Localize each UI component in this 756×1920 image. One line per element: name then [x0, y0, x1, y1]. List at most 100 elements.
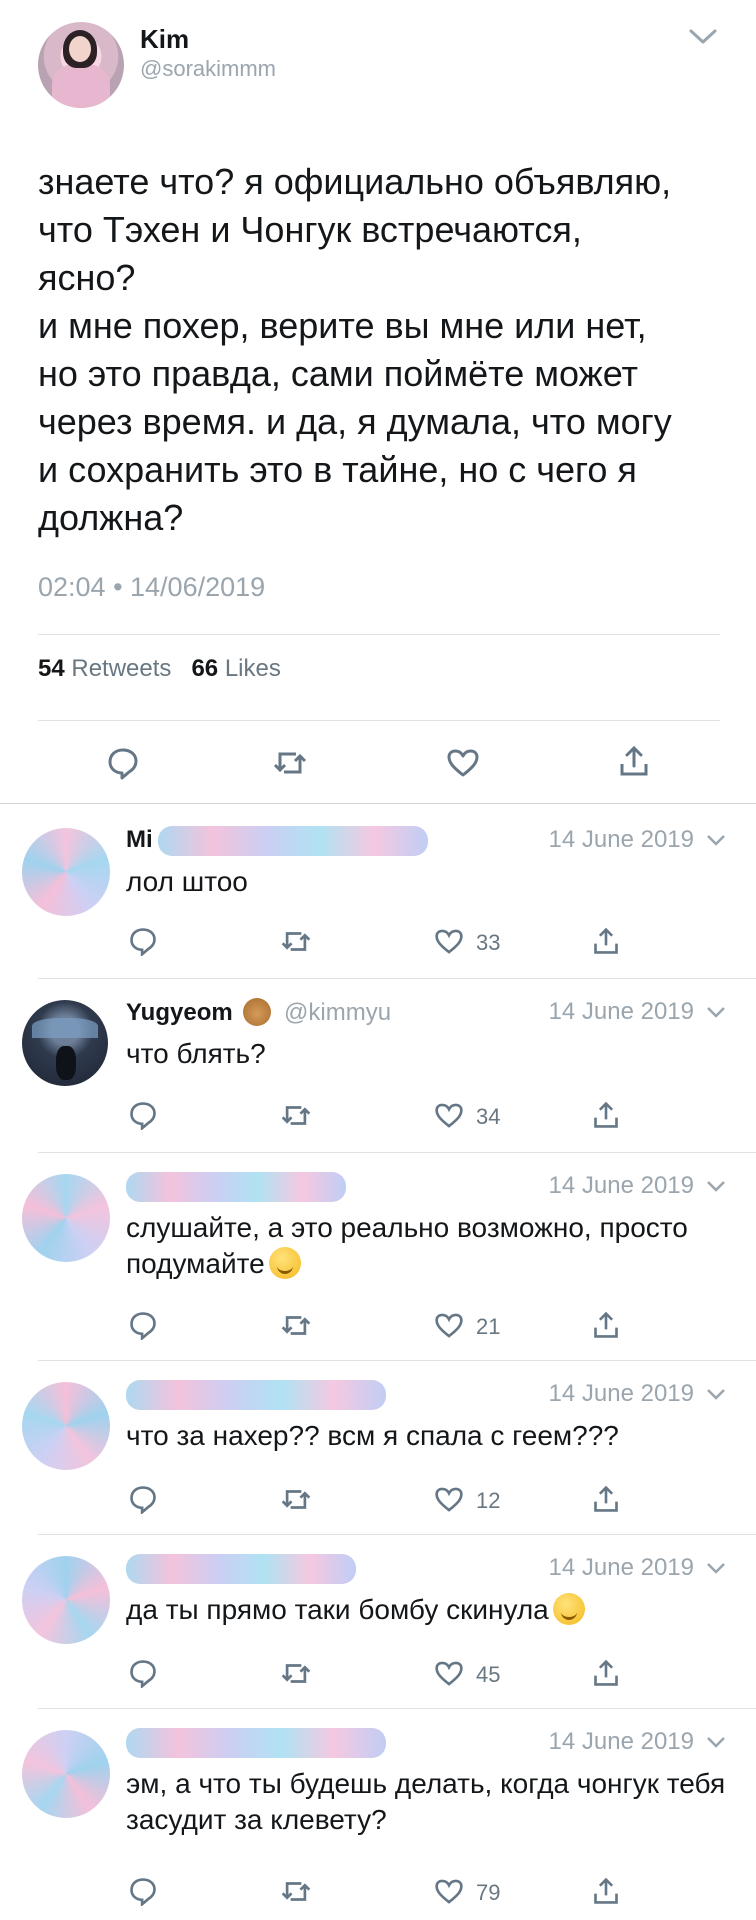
reply-icon[interactable]	[128, 1876, 158, 1906]
avatar[interactable]	[22, 1730, 110, 1818]
reply-text: лол штоо	[126, 866, 248, 897]
reply-icon[interactable]	[128, 1310, 158, 1340]
reply-text: что за нахер?? всм я спала с геем???	[126, 1420, 619, 1451]
reply-author-handle[interactable]: @kimmyu	[284, 999, 391, 1026]
reply-text: слушайте, а это реально возможно, просто…	[126, 1210, 736, 1282]
redaction-overlay	[158, 826, 428, 856]
reply-tweet[interactable]: 14 June 2019 да ты прямо таки бомбу скин…	[0, 1536, 756, 1708]
likes-count[interactable]: 66	[191, 655, 218, 682]
redaction-overlay	[126, 1172, 346, 1202]
avatar[interactable]	[22, 1000, 108, 1086]
retweet-icon[interactable]	[280, 1312, 312, 1339]
avatar[interactable]	[22, 1556, 110, 1644]
divider	[38, 978, 756, 979]
like-count: 21	[476, 1314, 501, 1339]
reply-icon[interactable]	[128, 1484, 158, 1514]
chevron-down-icon[interactable]	[706, 1388, 726, 1401]
reply-date: 14 June 2019	[548, 1554, 694, 1581]
reply-date: 14 June 2019	[548, 998, 694, 1025]
tweet-stats: 54 Retweets 66 Likes	[38, 655, 281, 683]
reply-tweet[interactable]: Yugyeom @kimmyu 14 June 2019 что блять? …	[0, 980, 756, 1152]
chevron-down-icon[interactable]	[706, 1736, 726, 1749]
share-icon[interactable]	[592, 1876, 620, 1906]
avatar[interactable]	[22, 1382, 110, 1470]
redaction-overlay	[126, 1728, 386, 1758]
chevron-down-icon[interactable]	[706, 834, 726, 847]
grinning-sweat-emoji	[552, 1593, 585, 1625]
redaction-overlay	[126, 1554, 356, 1584]
divider	[38, 720, 720, 721]
reply-actions: 45	[0, 1658, 756, 1692]
reply-author[interactable]: Mi	[126, 826, 153, 854]
like-count: 79	[476, 1880, 501, 1905]
share-icon[interactable]	[592, 926, 620, 956]
reply-icon[interactable]	[128, 1100, 158, 1130]
section-separator	[0, 803, 756, 804]
avatar[interactable]	[22, 828, 110, 916]
divider	[38, 1360, 756, 1361]
main-tweet: Kim @sorakimmm знаете что? я официально …	[0, 0, 756, 805]
retweets-count[interactable]: 54	[38, 655, 65, 682]
share-icon[interactable]	[618, 744, 650, 778]
reply-tweet[interactable]: 14 June 2019 слушайте, а это реально воз…	[0, 1154, 756, 1360]
author-handle[interactable]: @sorakimmm	[140, 56, 276, 82]
reply-date: 14 June 2019	[548, 1380, 694, 1407]
chevron-down-icon[interactable]	[706, 1180, 726, 1193]
like-icon[interactable]	[434, 1486, 464, 1513]
reply-tweet[interactable]: 14 June 2019 эм, а что ты будешь делать,…	[0, 1710, 756, 1920]
reply-tweet[interactable]: 14 June 2019 что за нахер?? всм я спала …	[0, 1362, 756, 1534]
like-icon[interactable]	[434, 928, 464, 955]
retweet-icon[interactable]	[280, 928, 312, 955]
reply-tweet[interactable]: Mi 14 June 2019 лол штоо 33	[0, 808, 756, 976]
reply-icon[interactable]	[128, 1658, 158, 1688]
like-count: 12	[476, 1488, 501, 1513]
tweet-timestamp: 02:04 • 14/06/2019	[38, 572, 266, 602]
retweet-icon[interactable]	[272, 748, 308, 778]
avatar[interactable]	[22, 1174, 110, 1262]
retweet-icon[interactable]	[280, 1102, 312, 1129]
retweet-icon[interactable]	[280, 1660, 312, 1687]
share-icon[interactable]	[592, 1100, 620, 1130]
retweet-icon[interactable]	[280, 1878, 312, 1905]
author-avatar[interactable]	[38, 22, 124, 108]
thinking-face-emoji	[268, 1247, 301, 1279]
like-count: 33	[476, 930, 501, 955]
chevron-down-icon[interactable]	[706, 1562, 726, 1575]
like-icon[interactable]	[434, 1102, 464, 1129]
reply-actions: 21	[0, 1310, 756, 1344]
reply-icon[interactable]	[106, 746, 140, 780]
redaction-overlay	[126, 1380, 386, 1410]
reply-text-content: да ты прямо таки бомбу скинула	[126, 1594, 549, 1625]
like-icon[interactable]	[446, 748, 480, 778]
likes-label[interactable]: Likes	[225, 655, 281, 682]
tweet-actions	[0, 744, 756, 784]
reply-date: 14 June 2019	[548, 1728, 694, 1755]
reply-author-name[interactable]: Yugyeom	[126, 999, 233, 1026]
share-icon[interactable]	[592, 1484, 620, 1514]
reply-actions: 34	[0, 1100, 756, 1134]
divider	[38, 1708, 756, 1709]
reply-icon[interactable]	[128, 926, 158, 956]
share-icon[interactable]	[592, 1658, 620, 1688]
divider	[38, 634, 720, 635]
reply-actions: 33	[0, 926, 756, 960]
chevron-down-icon[interactable]	[688, 28, 718, 46]
reply-date: 14 June 2019	[548, 1172, 694, 1199]
reply-text: эм, а что ты будешь делать, когда чонгук…	[126, 1768, 726, 1835]
retweet-icon[interactable]	[280, 1486, 312, 1513]
like-icon[interactable]	[434, 1660, 464, 1687]
divider	[38, 1152, 756, 1153]
chevron-down-icon[interactable]	[706, 1006, 726, 1019]
reply-author-name[interactable]: Mi	[126, 826, 153, 853]
like-count: 45	[476, 1662, 501, 1687]
retweets-label[interactable]: Retweets	[71, 655, 171, 682]
share-icon[interactable]	[592, 1310, 620, 1340]
like-icon[interactable]	[434, 1312, 464, 1339]
reply-author[interactable]: Yugyeom @kimmyu	[126, 998, 391, 1027]
reply-text: что блять?	[126, 1038, 266, 1069]
like-icon[interactable]	[434, 1878, 464, 1905]
divider	[38, 1534, 756, 1535]
author-name[interactable]: Kim	[140, 24, 189, 55]
reply-actions: 12	[0, 1484, 756, 1518]
tweet-text: знаете что? я официально объявляю, что Т…	[38, 161, 672, 538]
